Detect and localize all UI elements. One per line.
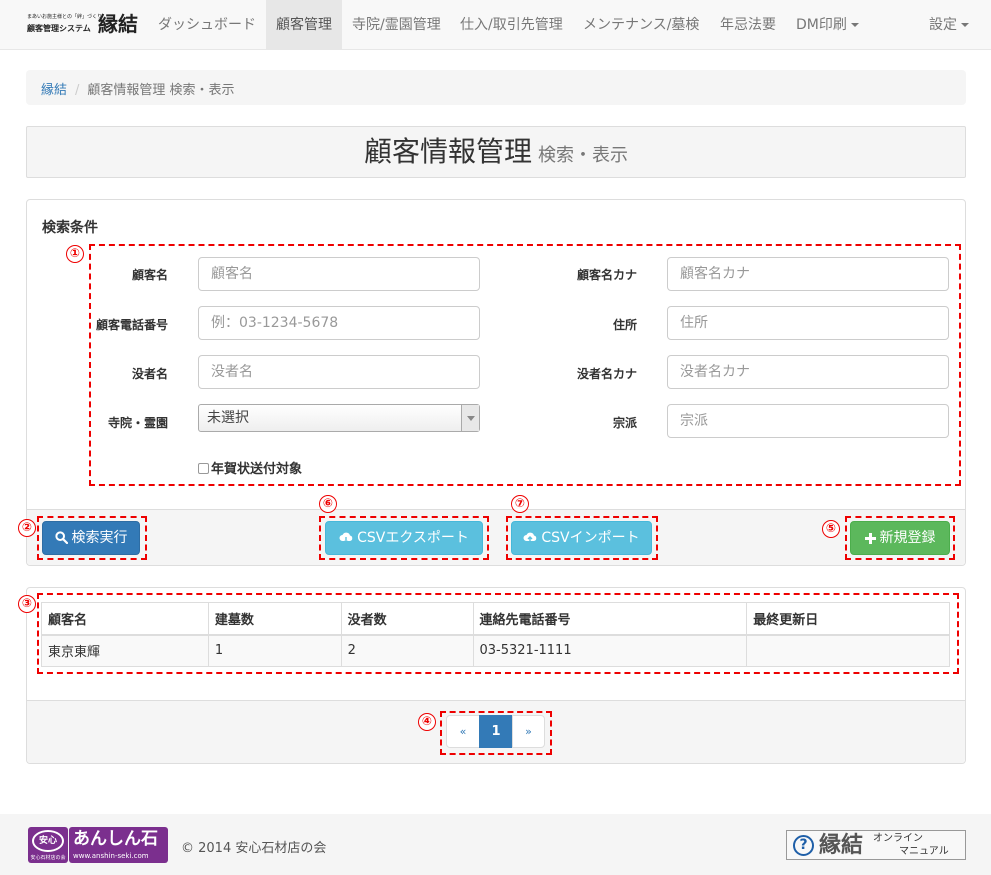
annotation-number-2: ② [18, 519, 36, 537]
nav-dashboard[interactable]: ダッシュボード [144, 0, 270, 50]
nav-supplier-management[interactable]: 仕入/取引先管理 [460, 0, 563, 50]
anshin-logo-main: あんしん石 www.anshin-seki.com [69, 827, 168, 863]
annotation-number-5: ⑤ [822, 520, 840, 538]
manual-logo-text: 縁結 [819, 832, 864, 858]
nav-temple-management[interactable]: 寺院/霊園管理 [352, 0, 441, 50]
annotation-number-3: ③ [18, 595, 36, 613]
annotation-box-csv-export [319, 516, 489, 560]
annotation-box-pagination [440, 711, 552, 755]
chevron-down-icon [961, 23, 969, 27]
page-header: 顧客情報管理 検索・表示 [26, 126, 966, 178]
nav-settings-dropdown[interactable]: 設定 [929, 0, 969, 50]
brand-system-name: 顧客管理システム [27, 23, 91, 33]
annotation-box-search-fields [89, 244, 961, 486]
breadcrumb: 縁結 / 顧客情報管理 検索・表示 [26, 70, 966, 105]
brand-logo[interactable]: まあいお施主様との「絆」づくり 顧客管理システム 縁結 [27, 12, 142, 38]
anshin-badge-text: 安心 [32, 830, 64, 852]
copyright-text: © 2014 安心石材店の会 [181, 841, 327, 856]
breadcrumb-separator: / [75, 83, 80, 98]
annotation-number-1: ① [66, 245, 84, 263]
annotation-box-csv-import [506, 516, 658, 560]
anshin-badge-sub: 安心石材店の会 [30, 855, 66, 861]
annotation-box-results-table [37, 593, 959, 674]
top-navbar: まあいお施主様との「絆」づくり 顧客管理システム 縁結 ダッシュボード 顧客管理… [0, 0, 991, 50]
annotation-number-6: ⑥ [319, 495, 337, 513]
manual-line-1: オンライン [873, 833, 923, 844]
search-panel-footer [27, 509, 965, 565]
anshin-logo-text: あんしん石 [73, 829, 158, 849]
annotation-box-new-button [845, 516, 955, 560]
anshin-seki-logo[interactable]: 安心 安心石材店の会 あんしん石 www.anshin-seki.com [28, 827, 168, 863]
page-title: 顧客情報管理 検索・表示 [27, 127, 965, 181]
help-question-icon: ? [793, 835, 814, 856]
brand-tagline: まあいお施主様との「絆」づくり [27, 14, 102, 20]
chevron-down-icon [850, 23, 859, 27]
annotation-box-search-button [37, 516, 147, 560]
anshin-logo-url: www.anshin-seki.com [73, 852, 149, 860]
annotation-number-7: ⑦ [511, 495, 529, 513]
anshin-badge: 安心 安心石材店の会 [28, 827, 68, 863]
nav-settings-label: 設定 [929, 17, 957, 33]
page-subtitle: 検索・表示 [538, 145, 628, 166]
brand-logo-text: 縁結 [98, 12, 138, 36]
page-title-main: 顧客情報管理 [363, 135, 532, 168]
nav-maintenance[interactable]: メンテナンス/墓検 [583, 0, 699, 50]
nav-dm-print-label: DM印刷 [796, 17, 847, 33]
annotation-number-4: ④ [418, 713, 436, 731]
nav-memorial-service[interactable]: 年忌法要 [720, 0, 776, 50]
online-manual-link[interactable]: ? 縁結 オンライン マニュアル [786, 830, 966, 860]
nav-dm-print-dropdown[interactable]: DM印刷 [796, 0, 859, 50]
manual-line-2: マニュアル [899, 846, 949, 857]
search-heading: 検索条件 [42, 220, 98, 236]
breadcrumb-current: 顧客情報管理 検索・表示 [87, 83, 235, 98]
nav-customer-management[interactable]: 顧客管理 [266, 0, 342, 50]
breadcrumb-home-link[interactable]: 縁結 [41, 83, 67, 98]
